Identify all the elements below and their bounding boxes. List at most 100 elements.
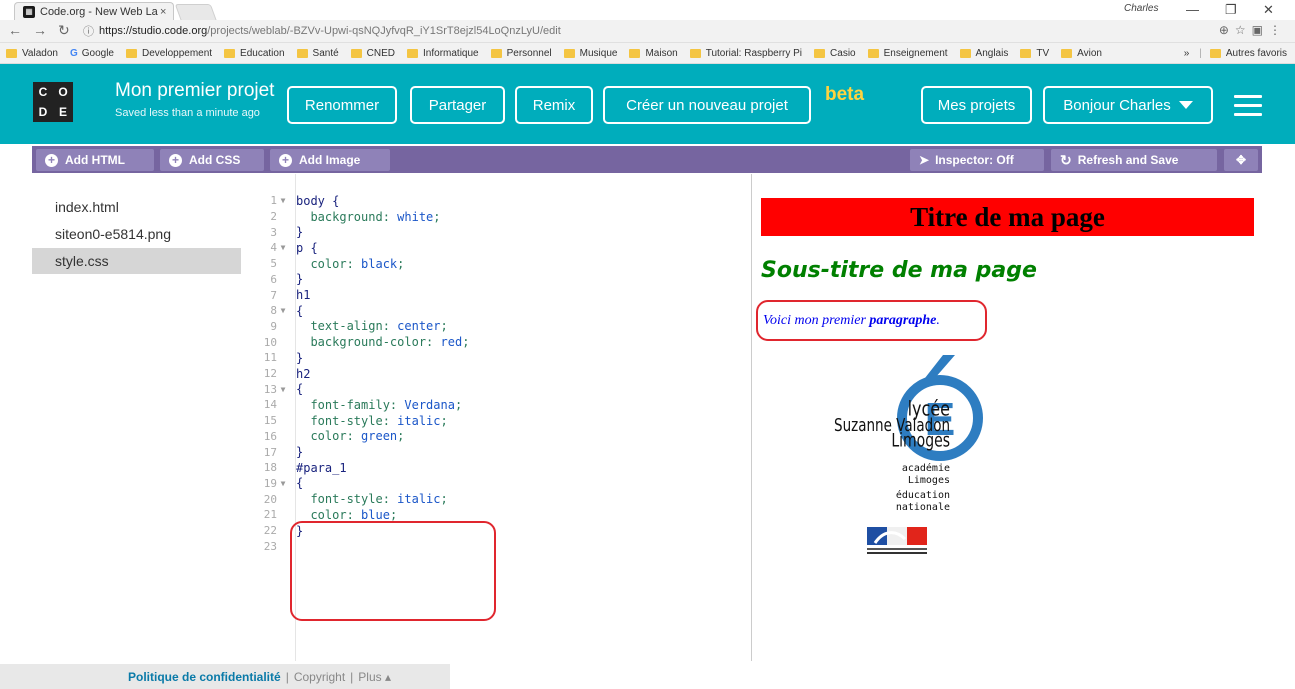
preview-h2: Sous-titre de ma page bbox=[761, 258, 1037, 283]
line-number: 14 bbox=[263, 398, 277, 412]
code-line[interactable]: 1 ▼ body { bbox=[241, 193, 339, 209]
line-number: 19 bbox=[263, 476, 277, 490]
bookmark-label: Informatique bbox=[423, 47, 479, 59]
code-line[interactable]: 12 h2 bbox=[241, 366, 311, 382]
code-text: body { bbox=[296, 193, 340, 208]
line-number: 1 bbox=[270, 194, 277, 208]
code-line[interactable]: 4 ▼ p { bbox=[241, 240, 317, 256]
fullscreen-button[interactable]: ✥ bbox=[1224, 149, 1258, 171]
code-line[interactable]: 9 text-align: center; bbox=[241, 319, 447, 335]
bookmark-item[interactable]: TV bbox=[1020, 48, 1049, 59]
file-item[interactable]: style.css bbox=[32, 248, 241, 274]
bookmark-item[interactable]: Enseignement bbox=[867, 48, 948, 59]
code-line[interactable]: 17} bbox=[241, 444, 303, 460]
code-line[interactable]: 10 background-color: red; bbox=[241, 334, 470, 350]
file-item[interactable]: siteon0-e5814.png bbox=[32, 221, 241, 247]
code-line[interactable]: 13 ▼ { bbox=[241, 381, 303, 397]
refresh-save-button[interactable]: ↻ Refresh and Save bbox=[1051, 149, 1217, 171]
bookmark-item[interactable]: Informatique bbox=[407, 48, 479, 59]
code-line[interactable]: 20 font-style: italic; bbox=[241, 491, 448, 507]
bookmark-item[interactable]: Musique bbox=[563, 47, 618, 59]
rename-button[interactable]: Renommer bbox=[287, 86, 397, 124]
school-line-limoges: Limoges bbox=[908, 475, 950, 486]
fold-arrow-icon[interactable]: ▼ bbox=[277, 306, 289, 315]
code-line[interactable]: 18 #para_1 bbox=[241, 460, 347, 476]
bookmarks-overflow-button[interactable]: » bbox=[1184, 48, 1190, 59]
minimize-icon[interactable]: — bbox=[1186, 2, 1199, 17]
bookmark-item[interactable]: CNED bbox=[350, 48, 395, 59]
preview-h1: Titre de ma page bbox=[761, 198, 1254, 236]
bookmark-label: Musique bbox=[579, 47, 618, 59]
browser-tab[interactable]: ▦ Code.org - New Web Lab × bbox=[14, 2, 174, 20]
code-text: } bbox=[296, 350, 304, 365]
plus-icon: + bbox=[45, 153, 58, 167]
remix-button[interactable]: Remix bbox=[515, 86, 593, 124]
line-number: 7 bbox=[270, 288, 277, 302]
bookmark-label: Google bbox=[81, 47, 114, 59]
maximize-icon[interactable]: ❐ bbox=[1225, 2, 1237, 18]
add-image-button[interactable]: + Add Image bbox=[270, 149, 390, 171]
fold-arrow-icon[interactable]: ▼ bbox=[277, 196, 289, 205]
cursor-icon: ➤ bbox=[919, 153, 930, 167]
code-line[interactable]: 23 bbox=[241, 538, 296, 554]
bookmark-item[interactable]: Developpement bbox=[126, 48, 212, 59]
reload-icon[interactable]: ↻ bbox=[58, 22, 70, 39]
bookmark-item[interactable]: G Google bbox=[70, 48, 114, 59]
back-icon[interactable]: ← bbox=[8, 22, 22, 38]
info-icon[interactable]: ⓘ bbox=[83, 23, 94, 39]
address-bar-icons[interactable]: ⊕☆▣⋮ bbox=[1219, 23, 1287, 37]
code-line[interactable]: 15 font-style: italic; bbox=[241, 413, 448, 429]
file-list: index.html siteon0-e5814.png style.css bbox=[32, 174, 242, 661]
add-html-label: Add HTML bbox=[65, 153, 125, 167]
code-line[interactable]: 19 ▼ { bbox=[241, 476, 303, 492]
browser-user[interactable]: Charles bbox=[1124, 3, 1158, 14]
close-window-icon[interactable]: ✕ bbox=[1263, 2, 1274, 18]
fold-arrow-icon[interactable]: ▼ bbox=[277, 243, 289, 252]
inspector-toggle[interactable]: ➤ Inspector: Off bbox=[910, 149, 1044, 171]
add-html-button[interactable]: + Add HTML bbox=[36, 149, 154, 171]
close-tab-icon[interactable]: × bbox=[160, 6, 166, 18]
my-projects-button[interactable]: Mes projets bbox=[921, 86, 1032, 124]
other-bookmarks[interactable]: Autres favoris bbox=[1226, 48, 1287, 59]
bookmark-item[interactable]: Personnel bbox=[490, 48, 552, 59]
code-line[interactable]: 11} bbox=[241, 350, 303, 366]
code-line[interactable]: 2 background: white; bbox=[241, 209, 440, 225]
line-number: 21 bbox=[263, 508, 277, 522]
bookmark-item[interactable]: Casio bbox=[814, 48, 856, 59]
bookmark-item[interactable]: Tutorial: Raspberry Pi bbox=[689, 48, 802, 59]
user-menu-button[interactable]: Bonjour Charles bbox=[1043, 86, 1213, 124]
hamburger-menu-icon[interactable] bbox=[1234, 95, 1262, 122]
code-line[interactable]: 7 h1 bbox=[241, 287, 310, 303]
bookmark-item[interactable]: Education bbox=[224, 47, 285, 59]
more-link[interactable]: Plus ▴ bbox=[358, 670, 391, 684]
line-number: 5 bbox=[270, 257, 277, 271]
share-button[interactable]: Partager bbox=[410, 86, 505, 124]
bookmark-label: Education bbox=[240, 47, 285, 59]
code-line[interactable]: 6} bbox=[241, 272, 303, 288]
bookmark-item[interactable]: Valadon bbox=[6, 48, 58, 59]
code-line[interactable]: 16 color: green; bbox=[241, 429, 405, 445]
code-line[interactable]: 8 ▼ { bbox=[241, 303, 303, 319]
line-number: 4 bbox=[270, 241, 277, 255]
forward-icon[interactable]: → bbox=[33, 22, 47, 38]
url-field[interactable]: ⓘ https://studio.code.org/projects/webla… bbox=[83, 21, 1253, 40]
code-org-logo[interactable]: CODE bbox=[33, 82, 73, 122]
fold-arrow-icon[interactable]: ▼ bbox=[277, 385, 289, 394]
footer-separator: | bbox=[350, 669, 354, 684]
code-line[interactable]: 5 color: black; bbox=[241, 256, 404, 272]
fold-arrow-icon[interactable]: ▼ bbox=[277, 479, 289, 488]
privacy-link[interactable]: Politique de confidentialité bbox=[128, 670, 281, 684]
copyright-link[interactable]: Copyright bbox=[294, 670, 345, 684]
bookmark-label: Valadon bbox=[22, 47, 58, 59]
bookmark-item[interactable]: Anglais bbox=[959, 48, 1008, 59]
bookmark-item[interactable]: Santé bbox=[296, 48, 339, 59]
bookmark-item[interactable]: Maison bbox=[629, 48, 678, 59]
code-line[interactable]: 14 font-family: Verdana; bbox=[241, 397, 462, 413]
bookmark-item[interactable]: Avion bbox=[1061, 48, 1102, 59]
file-item[interactable]: index.html bbox=[32, 194, 241, 220]
refresh-icon: ↻ bbox=[1060, 151, 1072, 168]
new-project-button[interactable]: Créer un nouveau projet bbox=[603, 86, 811, 124]
line-number: 16 bbox=[263, 429, 277, 443]
add-css-button[interactable]: + Add CSS bbox=[160, 149, 264, 171]
code-line[interactable]: 3} bbox=[241, 224, 303, 240]
